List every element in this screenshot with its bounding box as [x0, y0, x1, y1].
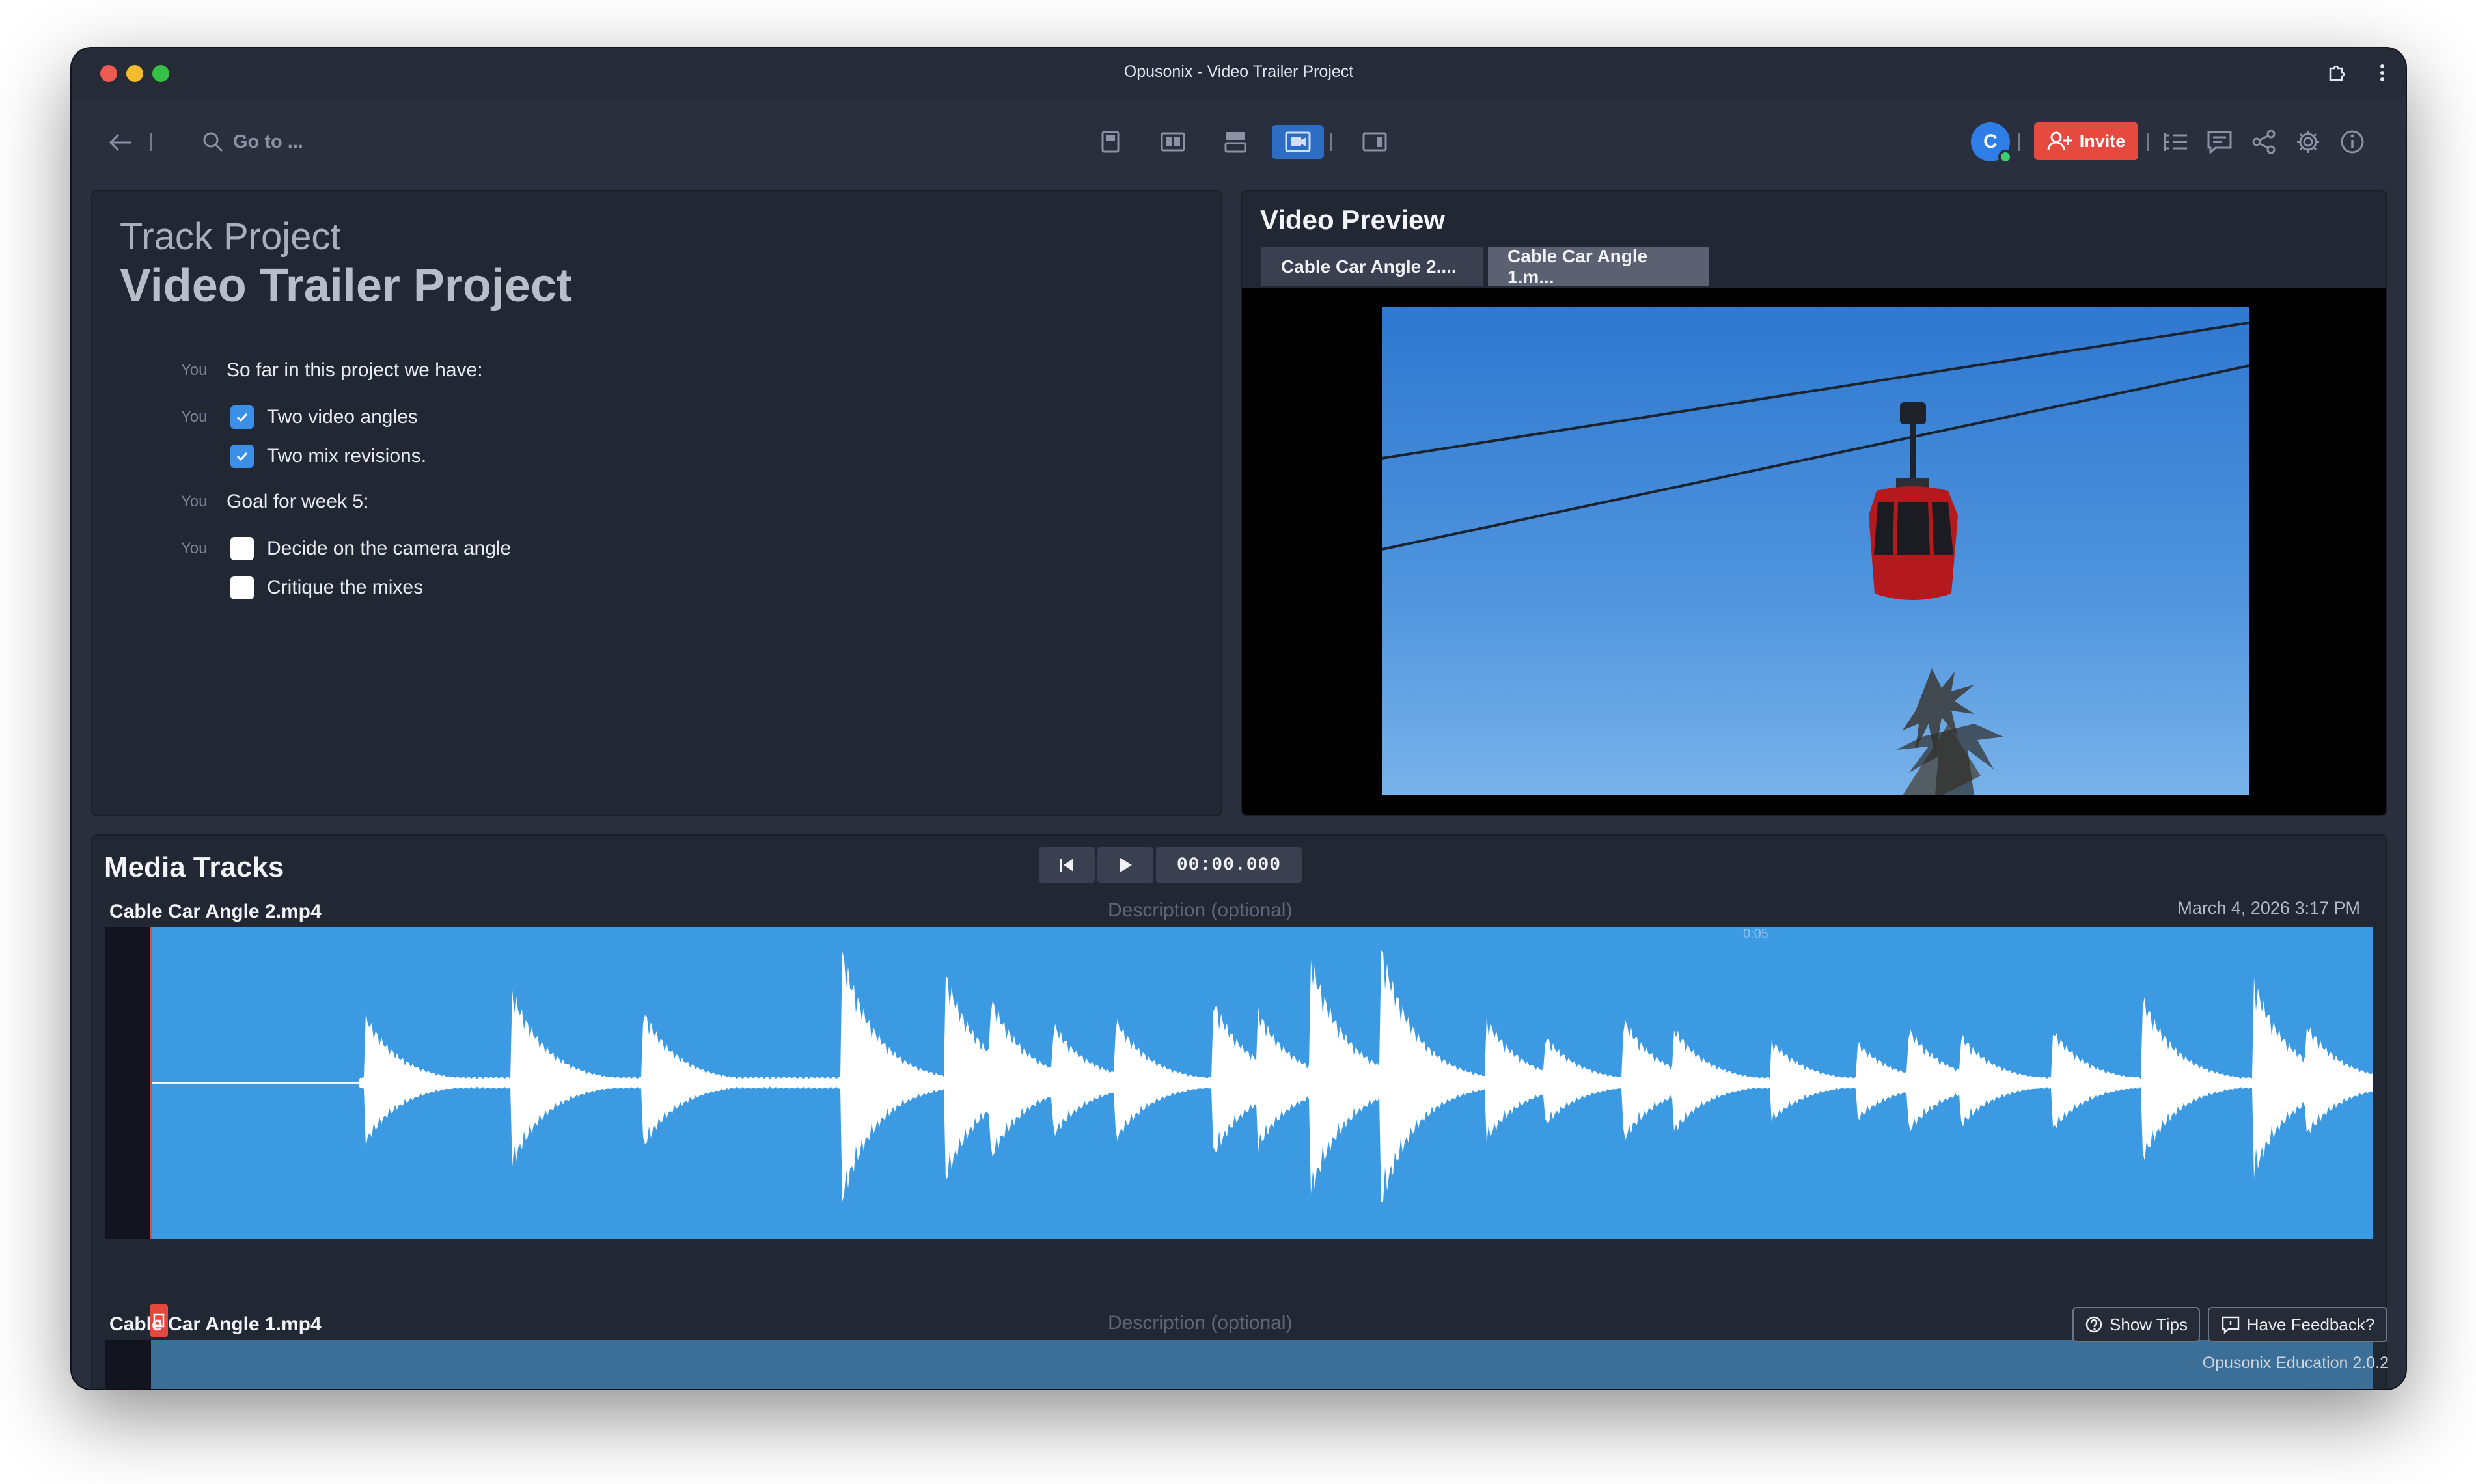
- note-text: Two mix revisions.: [267, 445, 427, 467]
- checkbox-unchecked[interactable]: [230, 537, 254, 560]
- video-preview-title: Video Preview: [1260, 204, 1446, 235]
- checkmark-icon: [236, 413, 248, 422]
- note-author: You: [181, 493, 208, 510]
- video-tab-angle-1[interactable]: Cable Car Angle 1.m...: [1488, 246, 1709, 287]
- note-text: Two video angles: [267, 406, 418, 428]
- note-item[interactable]: Critique the mixes: [181, 571, 423, 604]
- waveform[interactable]: 0:05: [151, 927, 2373, 1239]
- toolbar-divider: [1330, 133, 1332, 151]
- note-item[interactable]: You So far in this project we have:: [181, 354, 483, 387]
- note-author: You: [181, 540, 208, 557]
- track-lane[interactable]: 0:05: [105, 927, 2373, 1239]
- waveform-shape: [151, 950, 2373, 1203]
- cable-car-image: [1382, 322, 2249, 795]
- back-arrow-icon[interactable]: [104, 126, 137, 159]
- waveform[interactable]: [151, 1340, 2373, 1389]
- note-author: You: [181, 408, 208, 426]
- invite-button[interactable]: Invite: [2034, 122, 2138, 160]
- media-tracks-title: Media Tracks: [104, 851, 284, 883]
- layout-rows-button[interactable]: [1209, 125, 1261, 159]
- checkbox-checked[interactable]: [230, 405, 254, 429]
- skip-back-icon: [1060, 859, 1073, 872]
- more-vertical-icon[interactable]: [2369, 60, 2395, 86]
- sidebar-panel-icon: [1362, 132, 1387, 152]
- checkmark-icon: [236, 452, 248, 461]
- layout-columns-icon: [1161, 132, 1185, 152]
- help-circle-icon: [2085, 1316, 2102, 1333]
- project-type-label: Track Project: [120, 215, 341, 258]
- gear-icon[interactable]: [2291, 125, 2325, 159]
- extensions-icon[interactable]: [2324, 60, 2350, 86]
- note-item[interactable]: You Two video angles: [181, 401, 418, 433]
- track-description-input[interactable]: Description (optional): [1108, 900, 1292, 922]
- invite-label: Invite: [2079, 131, 2126, 151]
- online-status-dot: [1998, 150, 2013, 164]
- layout-sidebar-button[interactable]: [1349, 125, 1401, 159]
- note-text: Goal for week 5:: [227, 491, 369, 512]
- show-tips-button[interactable]: Show Tips: [2072, 1307, 2200, 1342]
- play-icon: [1120, 858, 1132, 872]
- video-frame: [1382, 307, 2249, 795]
- video-preview-panel: Video Preview Cable Car Angle 2.... Cabl…: [1241, 190, 2387, 816]
- track-name[interactable]: Cable Car Angle 1.mp4: [109, 1313, 322, 1336]
- video-player[interactable]: [1242, 288, 2386, 815]
- note-item[interactable]: Two mix revisions.: [181, 440, 426, 473]
- search-icon: [203, 132, 223, 152]
- app-window: Opusonix - Video Trailer Project Go to .…: [72, 48, 2406, 1389]
- comments-icon[interactable]: [2203, 125, 2236, 159]
- media-tracks-panel: Media Tracks 00:00.000 Cable Car Angle 2…: [91, 834, 2387, 1389]
- video-tab-angle-2[interactable]: Cable Car Angle 2....: [1261, 247, 1483, 286]
- playhead[interactable]: [150, 927, 152, 1239]
- show-tips-label: Show Tips: [2110, 1314, 2188, 1334]
- track-project-panel: Track Project Video Trailer Project You …: [91, 190, 1222, 816]
- goto-label: Go to ...: [233, 131, 303, 152]
- list-icon[interactable]: [2158, 125, 2192, 159]
- track-date: March 4, 2026 3:17 PM: [2177, 898, 2360, 918]
- goto-search[interactable]: Go to ...: [202, 124, 303, 160]
- share-icon[interactable]: [2247, 125, 2281, 159]
- layout-single-icon: [1101, 131, 1120, 153]
- note-item[interactable]: You Decide on the camera angle: [181, 532, 511, 565]
- toolbar-divider: [2018, 133, 2020, 151]
- toolbar-divider: [2147, 133, 2149, 151]
- note-text: Critique the mixes: [267, 577, 424, 598]
- play-button[interactable]: [1097, 847, 1153, 883]
- layout-rows-icon: [1224, 132, 1246, 153]
- toolbar-divider: [150, 133, 152, 151]
- title-bar: Opusonix - Video Trailer Project: [72, 48, 2406, 98]
- timecode-display: 00:00.000: [1156, 847, 1302, 883]
- skip-to-start-button[interactable]: [1039, 847, 1095, 883]
- layout-columns-button[interactable]: [1147, 125, 1199, 159]
- note-item[interactable]: You Goal for week 5:: [181, 486, 368, 518]
- feedback-button[interactable]: Have Feedback?: [2208, 1307, 2387, 1342]
- layout-video-button[interactable]: [1272, 125, 1324, 159]
- add-user-icon: [2047, 131, 2072, 151]
- info-icon[interactable]: [2335, 125, 2369, 159]
- checkbox-unchecked[interactable]: [230, 576, 254, 599]
- time-tick-label: 0:05: [1743, 927, 1768, 941]
- track-name[interactable]: Cable Car Angle 2.mp4: [109, 901, 322, 923]
- layout-single-button[interactable]: [1084, 125, 1136, 159]
- track-lane[interactable]: [105, 1340, 2373, 1389]
- app-version: Opusonix Education 2.0.2: [2202, 1354, 2389, 1372]
- project-title[interactable]: Video Trailer Project: [120, 259, 572, 312]
- window-title: Opusonix - Video Trailer Project: [1123, 62, 1354, 81]
- feedback-icon: [2222, 1316, 2239, 1334]
- note-text: Decide on the camera angle: [267, 538, 512, 559]
- track-description-input[interactable]: Description (optional): [1108, 1312, 1292, 1334]
- video-layout-icon: [1285, 131, 1311, 152]
- note-text: So far in this project we have:: [227, 359, 483, 381]
- checkbox-checked[interactable]: [230, 445, 254, 468]
- note-author: You: [181, 361, 208, 379]
- feedback-label: Have Feedback?: [2246, 1314, 2375, 1334]
